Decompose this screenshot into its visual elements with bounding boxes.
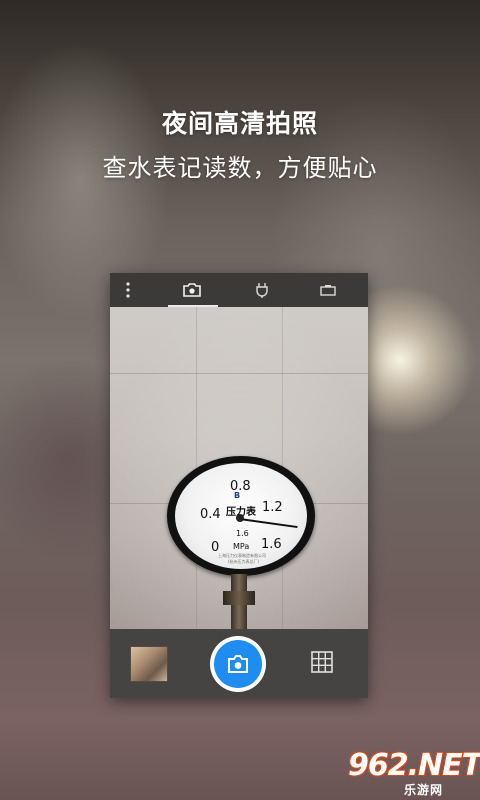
gauge-tick-label: 1.6 bbox=[261, 537, 282, 552]
promo-headline: 夜间高清拍照 bbox=[161, 109, 318, 138]
gauge-tick-label: 0.4 bbox=[200, 507, 221, 522]
site-watermark: 962.NET 乐游网 bbox=[340, 748, 480, 797]
gauge-needle-hub bbox=[236, 514, 244, 522]
camera-bottom-bar bbox=[110, 629, 368, 698]
phone-preview: 0.8 0.4 1.2 0 1.6 B 压力表 1.6 MPa 上海压力仪表制造… bbox=[110, 273, 368, 698]
active-tab-indicator bbox=[168, 305, 218, 307]
gauge-maker-sub: (杭州压力表总厂) bbox=[228, 559, 260, 564]
shutter-button[interactable] bbox=[214, 640, 262, 688]
watermark-sub: 乐游网 bbox=[404, 783, 444, 797]
tab-photo[interactable] bbox=[166, 273, 218, 307]
plug-icon bbox=[256, 283, 268, 298]
promo-subline: 查水表记读数，方便贴心 bbox=[102, 154, 378, 182]
grid-icon bbox=[311, 651, 333, 673]
gallery-thumbnail[interactable] bbox=[130, 646, 168, 682]
watermark-brand: 962.NET bbox=[348, 748, 480, 783]
tab-battery[interactable] bbox=[302, 273, 354, 307]
more-vertical-icon[interactable] bbox=[116, 273, 140, 307]
gauge-pipe-nut bbox=[223, 591, 255, 605]
grid-toggle-button[interactable] bbox=[310, 650, 336, 676]
gauge-logo: B bbox=[234, 491, 241, 500]
wall-line bbox=[110, 373, 368, 374]
camera-icon bbox=[183, 283, 201, 297]
gauge-class: 1.6 bbox=[236, 529, 249, 538]
tab-plug[interactable] bbox=[236, 273, 288, 307]
gauge-unit: MPa bbox=[233, 542, 250, 551]
gauge-tick-label: 1.2 bbox=[262, 500, 283, 515]
camera-icon bbox=[228, 655, 248, 673]
camera-top-bar bbox=[110, 273, 368, 307]
screen: 夜间高清拍照 查水表记读数，方便贴心 0.8 0.4 1.2 0 1.6 B 压… bbox=[0, 0, 480, 800]
battery-icon bbox=[320, 285, 336, 296]
